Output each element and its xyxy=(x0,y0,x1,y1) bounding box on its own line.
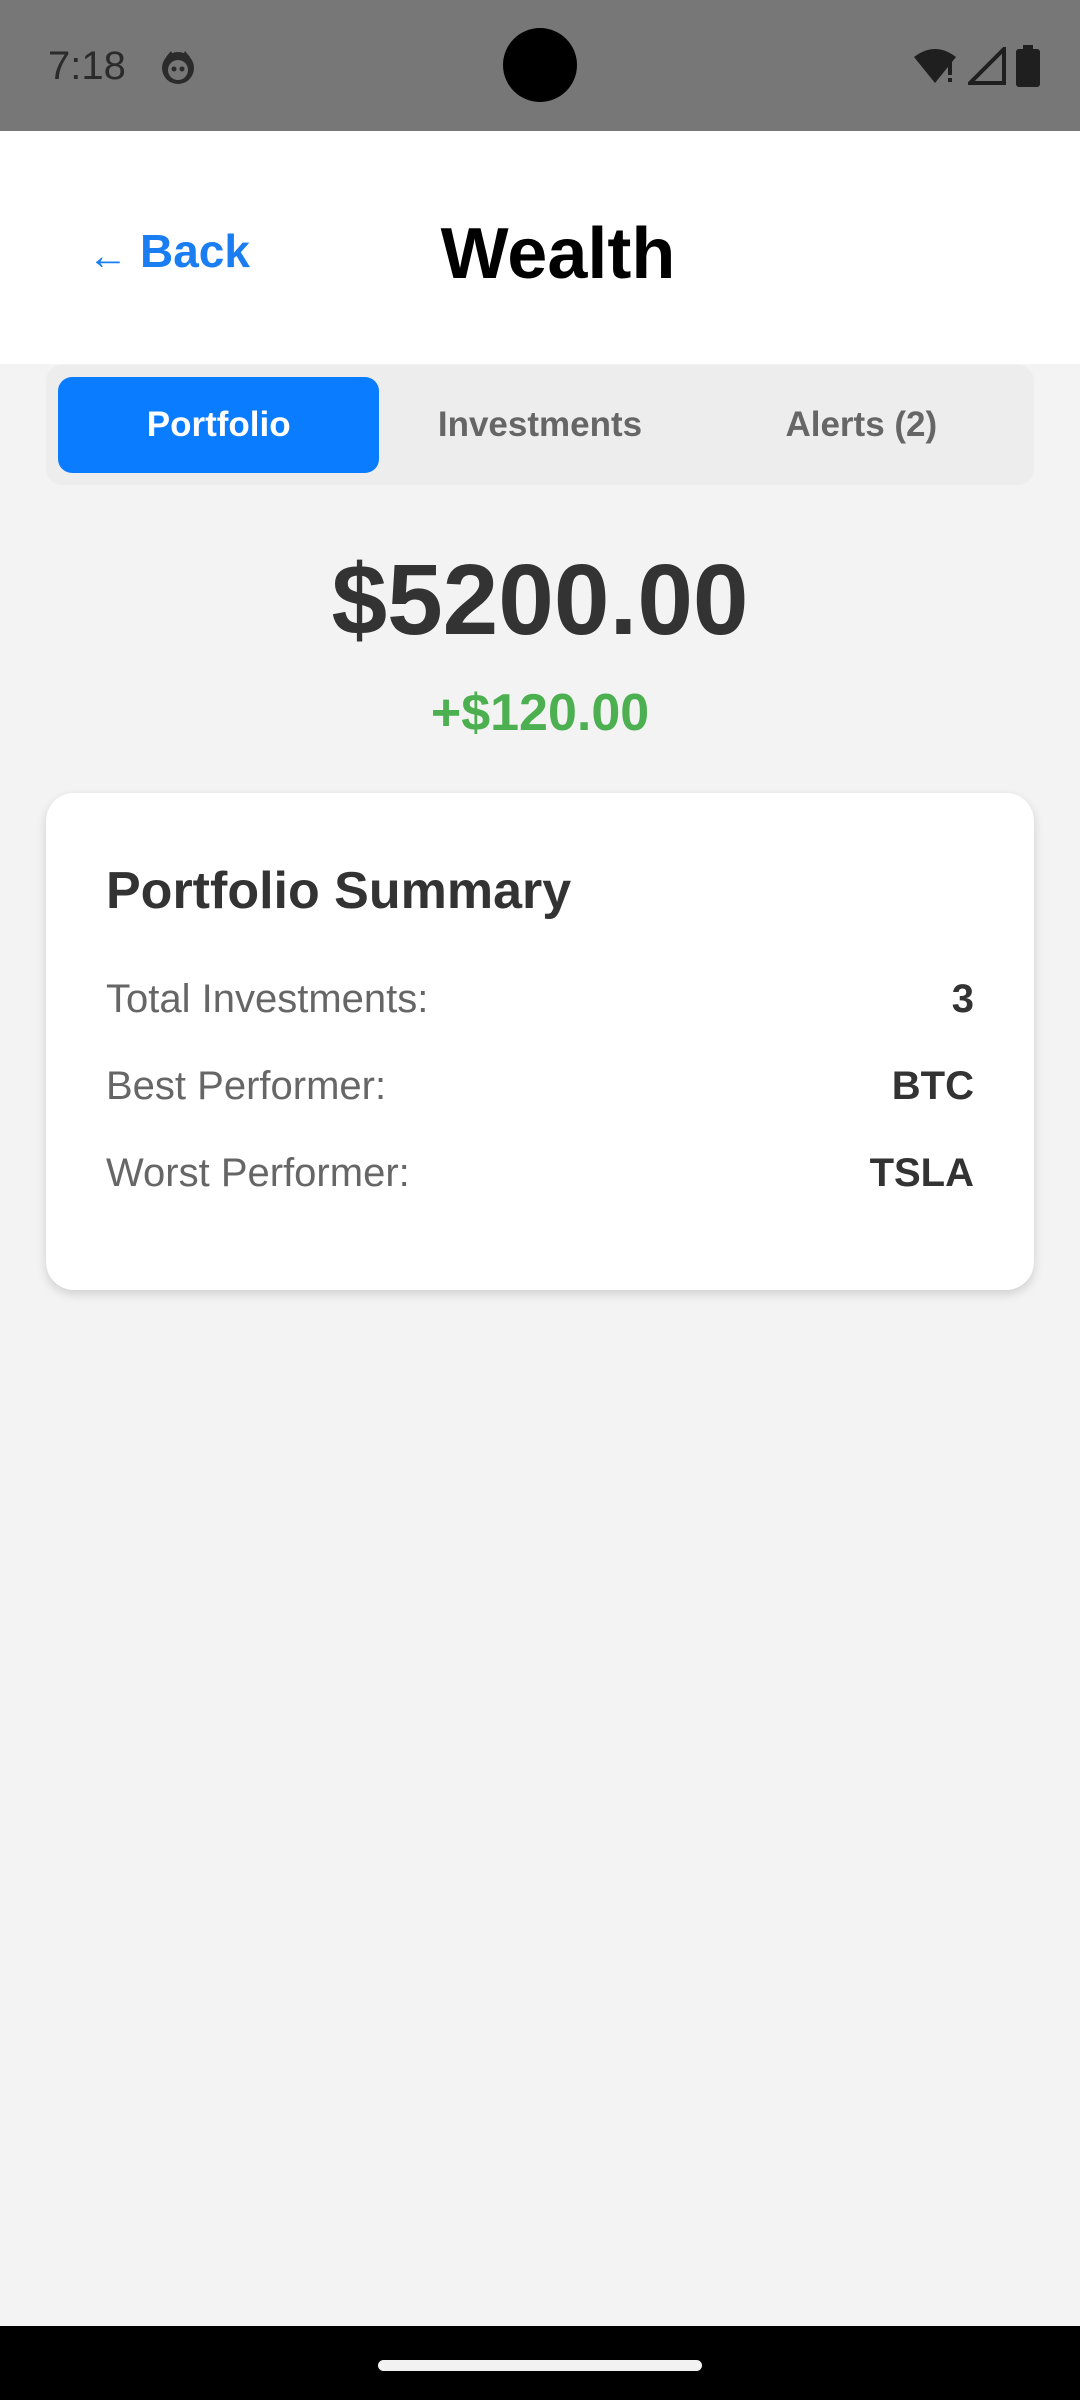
battery-icon xyxy=(1016,45,1040,87)
navigation-bar xyxy=(0,2326,1080,2400)
summary-row-label: Worst Performer: xyxy=(106,1150,410,1195)
balance-change: +$120.00 xyxy=(430,684,650,742)
summary-row-label: Total Investments: xyxy=(106,976,429,1021)
summary-row-value: BTC xyxy=(891,1063,974,1108)
signal-icon xyxy=(968,47,1006,85)
tab-bar: Portfolio Investments Alerts (2) xyxy=(46,365,1034,485)
summary-row-best-performer: Best Performer: BTC xyxy=(106,1058,974,1114)
summary-row-label: Best Performer: xyxy=(106,1063,387,1108)
summary-row-total-investments: Total Investments: 3 xyxy=(106,971,974,1027)
camera-cutout xyxy=(503,28,577,102)
summary-row-worst-performer: Worst Performer: TSLA xyxy=(106,1145,974,1201)
status-bar: 7:18 xyxy=(0,0,1080,131)
status-time: 7:18 xyxy=(48,44,126,88)
tab-portfolio[interactable]: Portfolio xyxy=(58,377,380,473)
page-title: Wealth xyxy=(440,214,676,294)
app-notification-icon xyxy=(162,51,194,84)
summary-row-value: 3 xyxy=(951,976,974,1021)
summary-row-value: TSLA xyxy=(869,1150,974,1195)
tab-investments[interactable]: Investments xyxy=(379,377,700,473)
app-header: ← Back Wealth xyxy=(0,131,1080,364)
portfolio-balance: $5200.00 xyxy=(331,544,749,656)
status-icons xyxy=(912,45,1040,87)
tab-alerts[interactable]: Alerts (2) xyxy=(701,377,1022,473)
portfolio-summary-card: Portfolio Summary Total Investments: 3 B… xyxy=(46,793,1034,1290)
home-indicator[interactable] xyxy=(378,2360,702,2371)
wifi-icon xyxy=(914,49,956,83)
summary-title: Portfolio Summary xyxy=(106,862,572,920)
